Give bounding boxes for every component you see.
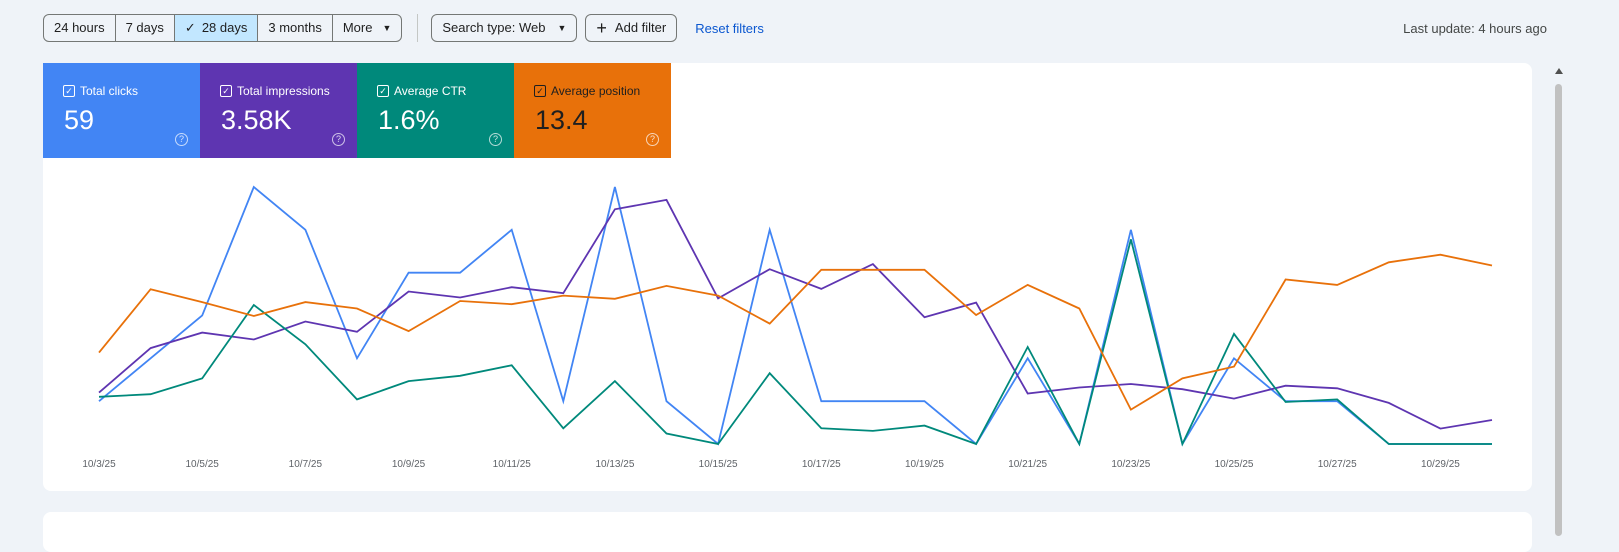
range-24-hours[interactable]: 24 hours — [44, 15, 116, 41]
x-tick-label: 10/29/25 — [1421, 459, 1460, 470]
x-tick-label: 10/15/25 — [699, 459, 738, 470]
plus-icon: + — [596, 18, 607, 38]
range-label: 28 days — [201, 20, 248, 35]
toolbar: 24 hours 7 days ✓ 28 days 3 months More ▼ … — [43, 14, 764, 42]
x-tick-label: 10/25/25 — [1215, 459, 1254, 470]
search-type-button[interactable]: Search type: Web ▼ — [431, 14, 578, 42]
x-tick-label: 10/23/25 — [1111, 459, 1150, 470]
x-tick-label: 10/17/25 — [802, 459, 841, 470]
x-tick-label: 10/9/25 — [392, 459, 426, 470]
x-tick-label: 10/7/25 — [289, 459, 323, 470]
x-tick-label: 10/13/25 — [595, 459, 634, 470]
range-7-days[interactable]: 7 days — [116, 15, 175, 41]
range-label: 24 hours — [54, 20, 105, 35]
performance-chart: 10/3/25 10/5/25 10/7/25 10/9/25 10/11/25 10/1… — [82, 185, 1493, 470]
range-label: 3 months — [268, 20, 322, 35]
series-line-average-ctr — [98, 239, 1492, 447]
date-range-selector: 24 hours 7 days ✓ 28 days 3 months More ▼ — [43, 14, 403, 42]
x-tick-label: 10/19/25 — [905, 459, 944, 470]
series-line-total-clicks — [98, 185, 1492, 447]
divider — [417, 14, 419, 42]
scrollbar-thumb[interactable] — [1555, 84, 1562, 536]
add-filter-label: Add filter — [614, 20, 667, 35]
x-tick-label: 10/11/25 — [493, 459, 532, 470]
search-type-label: Search type: Web — [442, 20, 546, 35]
range-label: 7 days — [125, 20, 164, 35]
performance-card: ✓ Total clicks 59 ? ✓ Total impressions 3.… — [43, 63, 1532, 491]
caret-down-icon: ▼ — [382, 23, 392, 33]
x-tick-label: 10/3/25 — [82, 459, 116, 470]
last-update: Last update: 4 hours ago — [1403, 21, 1547, 36]
x-tick-label: 10/5/25 — [185, 459, 219, 470]
range-label: More — [342, 20, 373, 35]
check-icon: ✓ — [184, 20, 196, 35]
range-more[interactable]: More ▼ — [333, 15, 402, 41]
scrollbar[interactable] — [1552, 62, 1565, 536]
range-28-days[interactable]: ✓ 28 days — [174, 15, 259, 41]
x-tick-label: 10/27/25 — [1318, 459, 1357, 470]
range-3-months[interactable]: 3 months — [258, 15, 333, 41]
scroll-up-icon[interactable] — [1555, 68, 1563, 74]
caret-down-icon: ▼ — [557, 23, 567, 33]
x-tick-label: 10/21/25 — [1008, 459, 1047, 470]
reset-filters-link[interactable]: Reset filters — [695, 21, 764, 36]
add-filter-button[interactable]: + Add filter — [585, 14, 678, 42]
details-card — [43, 512, 1532, 552]
